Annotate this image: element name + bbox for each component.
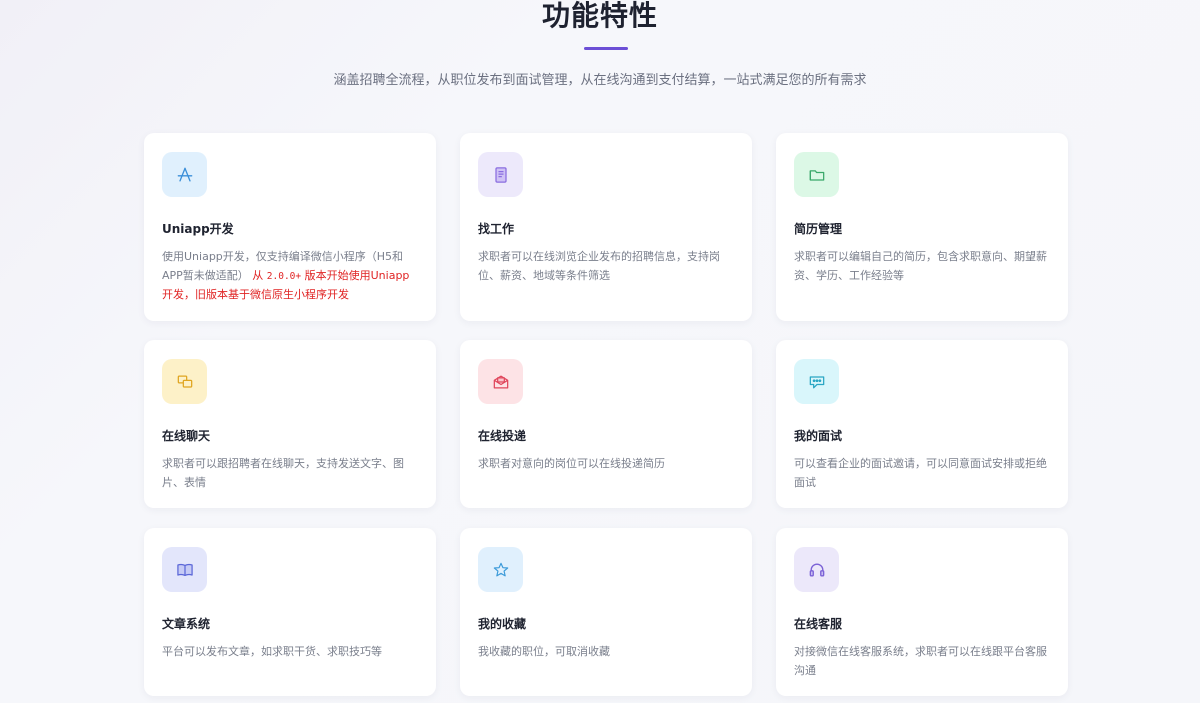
feature-title: 我的收藏 (478, 617, 527, 631)
star-icon (478, 547, 523, 592)
feature-description: 对接微信在线客服系统，求职者可以在线跟平台客服沟通 (794, 645, 1047, 677)
feature-title: 在线聊天 (162, 429, 211, 443)
feature-description: 求职者可以跟招聘者在线聊天，支持发送文字、图片、表情 (162, 457, 404, 489)
feature-title: 在线投递 (478, 429, 527, 443)
mail-icon (478, 359, 523, 404)
feature-card-interview: 我的面试 可以查看企业的面试邀请，可以同意面试安排或拒绝面试 (776, 340, 1068, 508)
features-section: 功能特性 涵盖招聘全流程，从职位发布到面试管理，从在线沟通到支付结算，一站式满足… (0, 0, 1200, 703)
feature-card-resume: 简历管理 求职者可以编辑自己的简历，包含求职意向、期望薪资、学历、工作经验等 (776, 133, 1068, 321)
feature-card-articles: 文章系统 平台可以发布文章，如求职干货、求职技巧等 (144, 528, 436, 696)
feature-description: 求职者对意向的岗位可以在线投递简历 (478, 457, 665, 470)
feature-description: 求职者可以编辑自己的简历，包含求职意向、期望薪资、学历、工作经验等 (794, 250, 1047, 282)
feature-title: Uniapp开发 (162, 222, 234, 236)
feature-card-apply: 在线投递 求职者对意向的岗位可以在线投递简历 (460, 340, 752, 508)
headset-icon (794, 547, 839, 592)
feature-title: 找工作 (478, 222, 515, 236)
feature-description: 求职者可以在线浏览企业发布的招聘信息，支持岗位、薪资、地域等条件筛选 (478, 250, 720, 282)
feature-desc-version: 2.0.0+ (266, 270, 302, 282)
message-bubble-icon (794, 359, 839, 404)
feature-desc-highlight: 从 (252, 268, 264, 282)
feature-description: 可以查看企业的面试邀请，可以同意面试安排或拒绝面试 (794, 457, 1047, 489)
feature-description: 我收藏的职位，可取消收藏 (478, 645, 610, 658)
feature-title: 我的面试 (794, 429, 843, 443)
section-subtitle: 涵盖招聘全流程，从职位发布到面试管理，从在线沟通到支付结算，一站式满足您的所有需… (333, 73, 867, 88)
book-icon (162, 547, 207, 592)
document-icon (478, 152, 523, 197)
chat-icon (162, 359, 207, 404)
feature-card-find-job: 找工作 求职者可以在线浏览企业发布的招聘信息，支持岗位、薪资、地域等条件筛选 (460, 133, 752, 321)
feature-card-uniapp: Uniapp开发 使用Uniapp开发，仅支持编译微信小程序（H5和APP暂未做… (144, 133, 436, 321)
title-underline (584, 47, 628, 50)
feature-title: 文章系统 (162, 617, 211, 631)
feature-description: 平台可以发布文章，如求职干货、求职技巧等 (162, 645, 382, 658)
feature-title: 在线客服 (794, 617, 843, 631)
feature-card-support: 在线客服 对接微信在线客服系统，求职者可以在线跟平台客服沟通 (776, 528, 1068, 696)
feature-card-favorites: 我的收藏 我收藏的职位，可取消收藏 (460, 528, 752, 696)
feature-card-chat: 在线聊天 求职者可以跟招聘者在线聊天，支持发送文字、图片、表情 (144, 340, 436, 508)
app-store-icon (162, 152, 207, 197)
folder-icon (794, 152, 839, 197)
feature-title: 简历管理 (794, 222, 843, 236)
section-title: 功能特性 (541, 0, 658, 32)
feature-description: 使用Uniapp开发，仅支持编译微信小程序（H5和APP暂未做适配） 从 2.0… (162, 248, 420, 305)
